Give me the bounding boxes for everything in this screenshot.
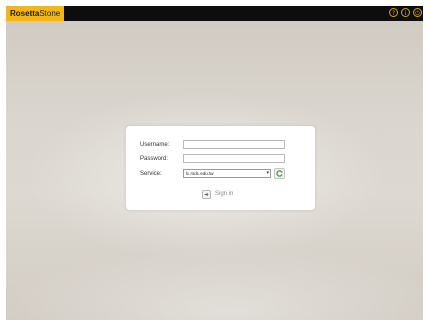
password-input[interactable] [183,154,285,163]
power-icon[interactable]: ⏻ [413,8,422,17]
logo-text-part2: Stone [39,9,61,18]
sign-in-icon [202,189,211,199]
info-icon[interactable]: i [401,8,410,17]
login-panel: Username: Password: Service: lc.rsdc.edu… [126,126,315,210]
logo-text-part1: Rosetta [10,9,40,18]
help-icon[interactable]: ? [389,8,398,17]
username-input[interactable] [183,140,285,149]
rosetta-stone-logo: RosettaStone [6,6,65,21]
refresh-icon [276,170,283,177]
sign-in-button[interactable]: Sign in [202,189,233,199]
top-bar: RosettaStone ? i ⏻ [6,6,423,21]
top-bar-icons: ? i ⏻ [389,8,422,17]
service-label: Service: [140,171,162,177]
service-selected-value: lc.rsdc.edu.tw [186,171,214,176]
sign-in-label: Sign in [215,191,234,197]
password-label: Password: [140,156,169,162]
service-select[interactable]: lc.rsdc.edu.tw ▾ [183,169,271,178]
username-label: Username: [140,142,170,148]
refresh-button[interactable] [274,168,285,179]
chevron-down-icon: ▾ [266,170,269,176]
app-frame: RosettaStone ? i ⏻ Username: Password: S… [6,6,423,320]
